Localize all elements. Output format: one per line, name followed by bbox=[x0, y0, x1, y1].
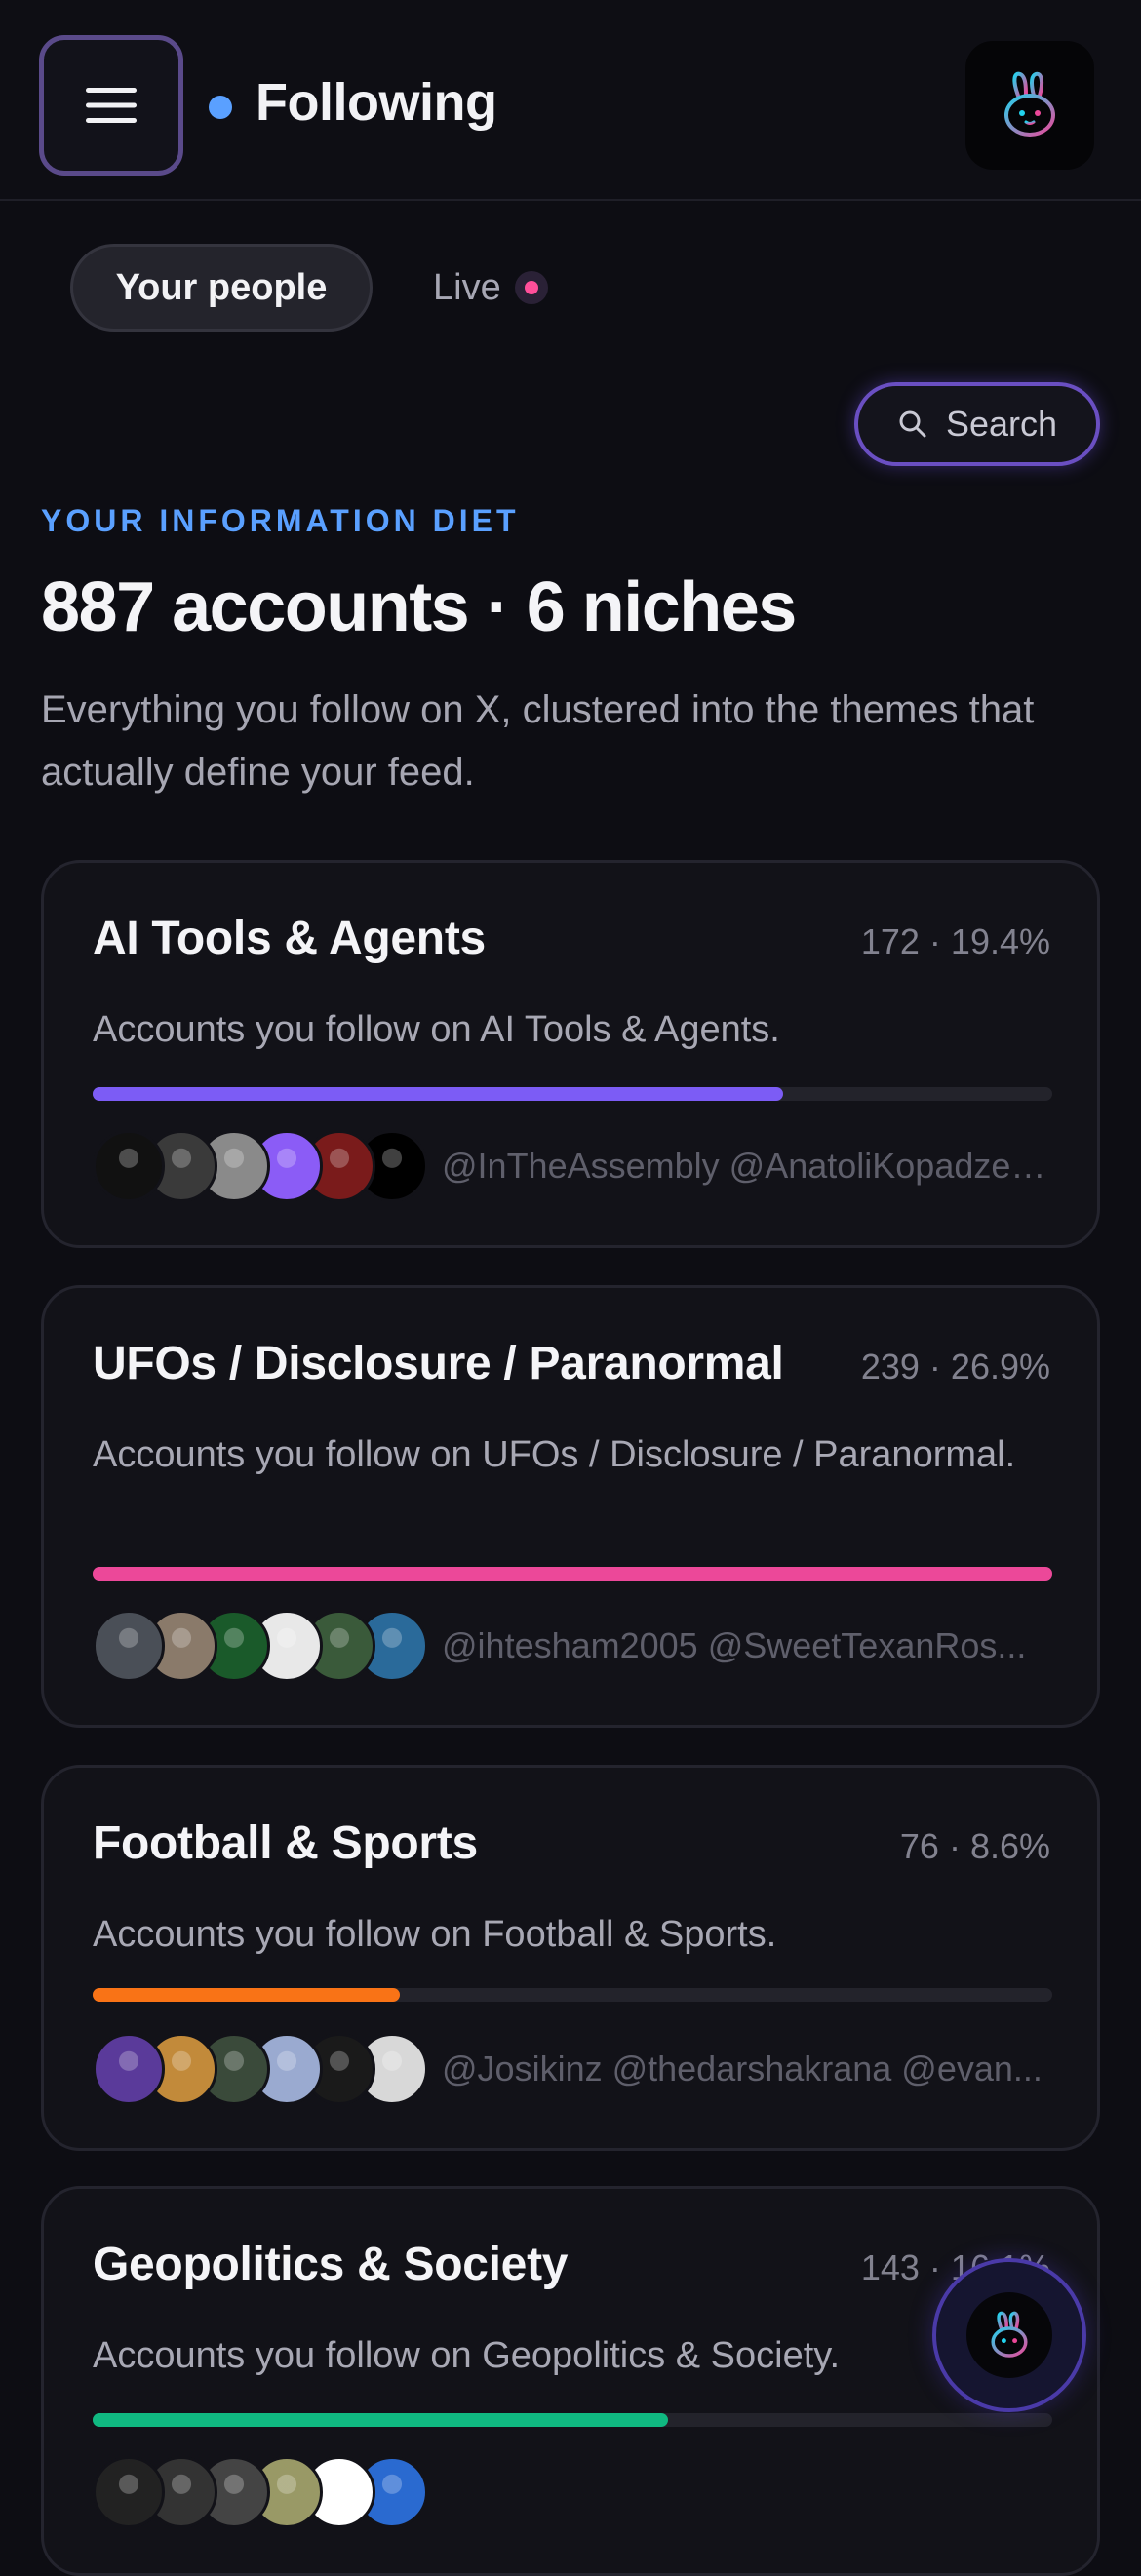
overview-description: Everything you follow on X, clustered in… bbox=[41, 688, 1035, 794]
niche-stats: 172 · 19.4% bbox=[860, 921, 1050, 961]
niche-description: Accounts you follow on Football & Sports… bbox=[93, 1914, 777, 1955]
top-bar: Following bbox=[0, 0, 1141, 201]
niche-title: Geopolitics & Society bbox=[93, 2239, 569, 2290]
avatar-stack bbox=[93, 2456, 428, 2528]
overview-headline: 887 accounts · 6 niches bbox=[41, 568, 797, 646]
tab-live-label: Live bbox=[433, 266, 501, 308]
avatar[interactable] bbox=[93, 2033, 165, 2105]
niche-title: UFOs / Disclosure / Paranormal bbox=[93, 1338, 784, 1389]
status-dot bbox=[209, 96, 232, 119]
search-icon bbox=[899, 410, 926, 438]
niche-handles: @ihtesham2005 @SweetTexanRos... bbox=[442, 1625, 1027, 1665]
niche-description: Accounts you follow on AI Tools & Agents… bbox=[93, 1009, 780, 1050]
niche-card[interactable]: Football & Sports 76 · 8.6% Accounts you… bbox=[41, 1765, 1100, 2151]
search-label: Search bbox=[945, 404, 1058, 444]
niche-share-bar bbox=[93, 2413, 1052, 2427]
assistant-fab-button[interactable] bbox=[932, 2258, 1086, 2412]
bunny-logo-icon bbox=[991, 2311, 1028, 2358]
avatar-stack bbox=[93, 1130, 428, 1202]
search-button[interactable]: Search bbox=[854, 382, 1100, 466]
tab-live[interactable]: Live bbox=[433, 244, 548, 332]
avatar[interactable] bbox=[93, 2456, 165, 2528]
niche-share-bar bbox=[93, 1988, 1052, 2002]
avatar-stack bbox=[93, 2033, 428, 2105]
menu-button[interactable] bbox=[39, 35, 183, 176]
niche-share-bar bbox=[93, 1567, 1052, 1581]
niche-stats: 239 · 26.9% bbox=[860, 1347, 1050, 1386]
tab-your-people[interactable]: Your people bbox=[70, 244, 373, 332]
niche-title: AI Tools & Agents bbox=[93, 913, 486, 964]
niche-title: Football & Sports bbox=[93, 1817, 478, 1869]
niche-card[interactable]: AI Tools & Agents 172 · 19.4% Accounts y… bbox=[41, 860, 1100, 1248]
niche-share-fill bbox=[93, 1567, 1052, 1581]
niche-card[interactable]: UFOs / Disclosure / Paranormal 239 · 26.… bbox=[41, 1285, 1100, 1728]
avatar[interactable] bbox=[93, 1130, 165, 1202]
hamburger-menu-icon bbox=[86, 88, 137, 123]
section-eyebrow: YOUR INFORMATION DIET bbox=[41, 503, 520, 538]
profile-logo-button[interactable] bbox=[965, 41, 1094, 170]
niche-description: Accounts you follow on UFOs / Disclosure… bbox=[93, 1434, 1016, 1475]
niche-share-bar bbox=[93, 1087, 1052, 1101]
bunny-logo-icon bbox=[1004, 71, 1055, 137]
page-title: Following bbox=[256, 73, 497, 132]
niche-share-fill bbox=[93, 1988, 400, 2002]
live-indicator-dot bbox=[514, 271, 548, 304]
niche-share-fill bbox=[93, 2413, 669, 2427]
avatar[interactable] bbox=[93, 1610, 165, 1682]
fab-inner bbox=[966, 2292, 1052, 2378]
niche-handles: @InTheAssembly @AnatoliKopadze ... bbox=[442, 1146, 1046, 1186]
niche-handles: @Josikinz @thedarshakrana @evan... bbox=[442, 2049, 1043, 2088]
niche-card[interactable]: Geopolitics & Society 143 · 16.1% Accoun… bbox=[41, 2186, 1100, 2576]
avatar-stack bbox=[93, 1610, 428, 1682]
niche-stats: 76 · 8.6% bbox=[899, 1826, 1050, 1866]
niche-share-fill bbox=[93, 1087, 784, 1101]
niche-description: Accounts you follow on Geopolitics & Soc… bbox=[93, 2335, 841, 2376]
